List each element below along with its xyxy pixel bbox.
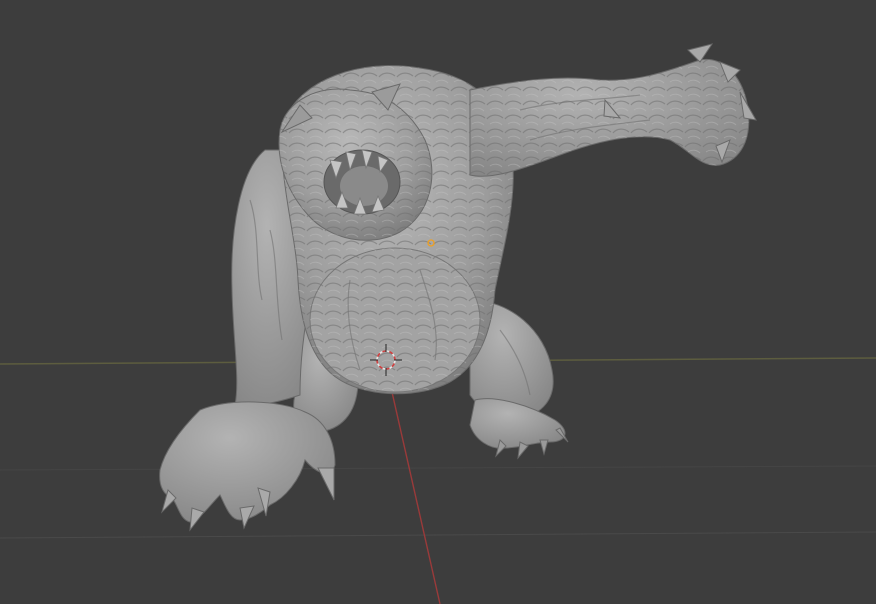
y-axis-line — [386, 369, 441, 604]
left-hand — [159, 401, 336, 523]
right-arm-texture — [470, 59, 749, 177]
mouth-inner — [340, 166, 388, 206]
floor-grid — [0, 465, 876, 539]
right-foot — [469, 398, 566, 449]
belly-texture — [310, 248, 480, 392]
viewport-canvas[interactable] — [0, 0, 876, 604]
monster-mesh[interactable] — [159, 43, 757, 532]
3d-viewport[interactable] — [0, 0, 876, 604]
